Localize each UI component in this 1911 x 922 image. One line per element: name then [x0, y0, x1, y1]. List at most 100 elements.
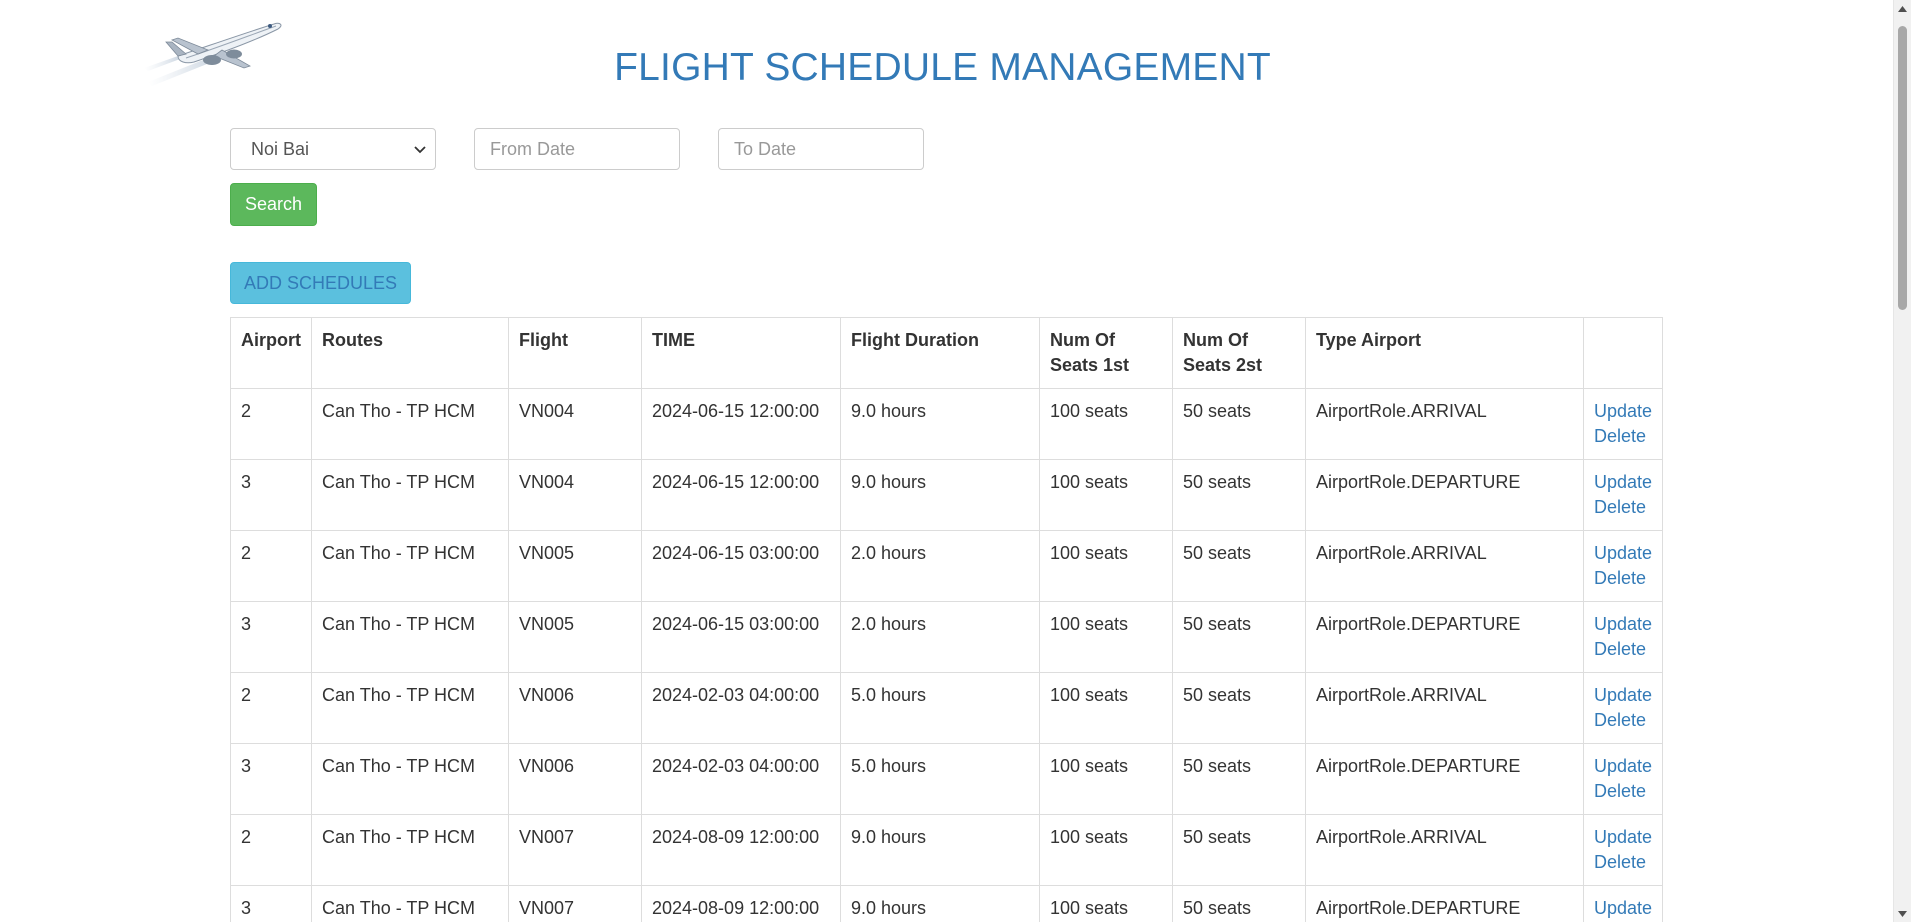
cell-route: Can Tho - TP HCM: [311, 388, 509, 460]
cell-airport: 2: [230, 672, 312, 744]
cell-type-airport: AirportRole.ARRIVAL: [1305, 530, 1584, 602]
column-header-actions: [1582, 317, 1664, 389]
cell-route: Can Tho - TP HCM: [311, 530, 509, 602]
table-row: 3 Can Tho - TP HCM VN005 2024-06-15 03:0…: [230, 601, 1664, 673]
page: FLIGHT SCHEDULE MANAGEMENT Noi Bai Searc…: [0, 0, 1911, 922]
column-header-airport: Airport: [230, 317, 312, 389]
column-header-routes: Routes: [311, 317, 509, 389]
cell-seats-1st: 100 seats: [1039, 885, 1173, 922]
delete-link[interactable]: Delete: [1594, 708, 1652, 733]
vertical-scrollbar[interactable]: [1893, 0, 1911, 922]
update-link[interactable]: Update: [1594, 399, 1652, 424]
add-schedules-button[interactable]: ADD SCHEDULES: [230, 262, 411, 304]
delete-link[interactable]: Delete: [1594, 495, 1652, 520]
search-form: Noi Bai: [230, 128, 962, 170]
cell-time: 2024-02-03 04:00:00: [641, 743, 841, 815]
cell-duration: 9.0 hours: [840, 459, 1040, 531]
cell-flight: VN005: [508, 530, 642, 602]
cell-actions: Update Delete: [1582, 743, 1664, 815]
cell-airport: 3: [230, 743, 312, 815]
column-header-flight: Flight: [508, 317, 642, 389]
scrollbar-thumb[interactable]: [1898, 26, 1907, 310]
airport-select[interactable]: Noi Bai: [230, 128, 436, 170]
airport-select-value: Noi Bai: [251, 138, 310, 159]
cell-seats-2st: 50 seats: [1172, 459, 1306, 531]
table-row: 3 Can Tho - TP HCM VN004 2024-06-15 12:0…: [230, 459, 1664, 531]
cell-airport: 3: [230, 885, 312, 922]
cell-duration: 5.0 hours: [840, 743, 1040, 815]
search-button[interactable]: Search: [230, 183, 317, 226]
cell-seats-1st: 100 seats: [1039, 388, 1173, 460]
cell-type-airport: AirportRole.DEPARTURE: [1305, 885, 1584, 922]
cell-actions: Update Delete: [1582, 672, 1664, 744]
column-header-flight-duration: Flight Duration: [840, 317, 1040, 389]
cell-seats-2st: 50 seats: [1172, 530, 1306, 602]
cell-duration: 9.0 hours: [840, 814, 1040, 886]
cell-type-airport: AirportRole.ARRIVAL: [1305, 814, 1584, 886]
cell-type-airport: AirportRole.ARRIVAL: [1305, 388, 1584, 460]
cell-time: 2024-08-09 12:00:00: [641, 814, 841, 886]
update-link[interactable]: Update: [1594, 612, 1652, 637]
cell-actions: Update Delete: [1582, 885, 1664, 922]
cell-route: Can Tho - TP HCM: [311, 459, 509, 531]
cell-duration: 2.0 hours: [840, 530, 1040, 602]
cell-airport: 2: [230, 814, 312, 886]
column-header-seats-1st: Num Of Seats 1st: [1039, 317, 1173, 389]
schedule-table: Airport Routes Flight TIME Flight Durati…: [230, 317, 1664, 922]
scroll-up-arrow-icon[interactable]: [1894, 0, 1911, 17]
cell-actions: Update Delete: [1582, 388, 1664, 460]
update-link[interactable]: Update: [1594, 825, 1652, 850]
cell-flight: VN004: [508, 459, 642, 531]
cell-flight: VN007: [508, 885, 642, 922]
update-link[interactable]: Update: [1594, 896, 1652, 921]
cell-actions: Update Delete: [1582, 530, 1664, 602]
cell-airport: 3: [230, 601, 312, 673]
cell-duration: 2.0 hours: [840, 601, 1040, 673]
cell-route: Can Tho - TP HCM: [311, 814, 509, 886]
cell-flight: VN006: [508, 743, 642, 815]
cell-flight: VN007: [508, 814, 642, 886]
cell-time: 2024-06-15 03:00:00: [641, 530, 841, 602]
scroll-down-arrow-icon[interactable]: [1894, 905, 1911, 922]
cell-seats-2st: 50 seats: [1172, 743, 1306, 815]
cell-route: Can Tho - TP HCM: [311, 743, 509, 815]
cell-time: 2024-02-03 04:00:00: [641, 672, 841, 744]
table-row: 3 Can Tho - TP HCM VN007 2024-08-09 12:0…: [230, 885, 1664, 922]
cell-seats-2st: 50 seats: [1172, 885, 1306, 922]
cell-seats-2st: 50 seats: [1172, 388, 1306, 460]
cell-seats-2st: 50 seats: [1172, 814, 1306, 886]
cell-seats-1st: 100 seats: [1039, 530, 1173, 602]
cell-seats-1st: 100 seats: [1039, 814, 1173, 886]
delete-link[interactable]: Delete: [1594, 637, 1652, 662]
from-date-input[interactable]: [474, 128, 680, 170]
update-link[interactable]: Update: [1594, 541, 1652, 566]
cell-route: Can Tho - TP HCM: [311, 672, 509, 744]
update-link[interactable]: Update: [1594, 754, 1652, 779]
cell-flight: VN004: [508, 388, 642, 460]
cell-actions: Update Delete: [1582, 814, 1664, 886]
table-row: 2 Can Tho - TP HCM VN004 2024-06-15 12:0…: [230, 388, 1664, 460]
update-link[interactable]: Update: [1594, 683, 1652, 708]
column-header-time: TIME: [641, 317, 841, 389]
delete-link[interactable]: Delete: [1594, 566, 1652, 591]
cell-actions: Update Delete: [1582, 601, 1664, 673]
cell-route: Can Tho - TP HCM: [311, 601, 509, 673]
cell-time: 2024-06-15 12:00:00: [641, 459, 841, 531]
column-header-seats-2st: Num Of Seats 2st: [1172, 317, 1306, 389]
cell-seats-1st: 100 seats: [1039, 672, 1173, 744]
cell-seats-2st: 50 seats: [1172, 601, 1306, 673]
table-row: 3 Can Tho - TP HCM VN006 2024-02-03 04:0…: [230, 743, 1664, 815]
delete-link[interactable]: Delete: [1594, 779, 1652, 804]
cell-duration: 9.0 hours: [840, 885, 1040, 922]
cell-duration: 9.0 hours: [840, 388, 1040, 460]
cell-airport: 2: [230, 388, 312, 460]
update-link[interactable]: Update: [1594, 470, 1652, 495]
delete-link[interactable]: Delete: [1594, 850, 1652, 875]
to-date-input[interactable]: [718, 128, 924, 170]
chevron-down-icon: [414, 146, 426, 154]
cell-seats-1st: 100 seats: [1039, 459, 1173, 531]
delete-link[interactable]: Delete: [1594, 424, 1652, 449]
cell-time: 2024-08-09 12:00:00: [641, 885, 841, 922]
cell-airport: 2: [230, 530, 312, 602]
cell-seats-1st: 100 seats: [1039, 601, 1173, 673]
